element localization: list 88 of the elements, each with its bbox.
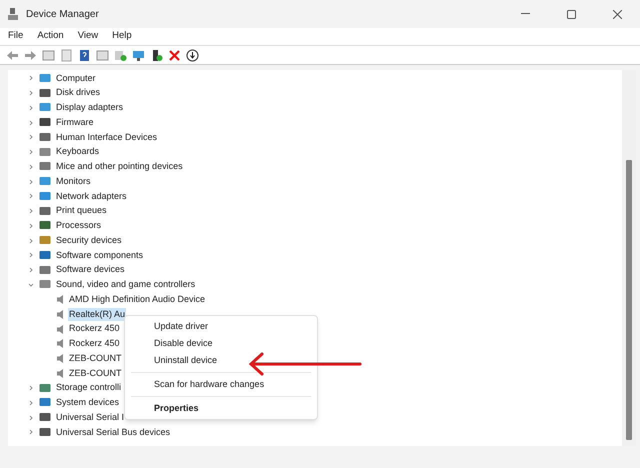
expand-chevron-icon[interactable] — [28, 414, 34, 421]
expand-chevron-icon[interactable] — [28, 252, 34, 258]
tree-item[interactable]: ZEB-COUNT — [68, 366, 122, 380]
device-icon — [39, 161, 51, 172]
remove-icon[interactable] — [166, 48, 183, 62]
device-icon — [39, 190, 51, 202]
app-icon — [8, 8, 18, 20]
speaker-icon — [56, 308, 65, 320]
tree-item[interactable]: System devices — [56, 396, 120, 410]
device-icon — [39, 426, 51, 438]
expand-chevron-icon[interactable] — [28, 90, 34, 96]
context-menu-item[interactable]: Update driver — [154, 318, 208, 335]
device-icon — [39, 102, 51, 114]
tree-item[interactable]: Security devices — [56, 234, 122, 248]
expand-chevron-icon[interactable] — [28, 193, 34, 200]
expand-chevron-icon[interactable] — [28, 164, 34, 170]
window-title: Device Manager — [26, 8, 99, 22]
device-icon — [39, 206, 51, 217]
tree-item[interactable]: Universal Serial Bus devices — [56, 426, 170, 440]
expand-chevron-icon[interactable] — [28, 222, 34, 229]
tree-item[interactable]: Rockerz 450 — [68, 322, 121, 336]
collapse-chevron-icon[interactable] — [28, 282, 34, 288]
tree-item[interactable]: Disk drives — [56, 86, 100, 100]
tree-item[interactable]: Display adapters — [56, 101, 124, 115]
device-icon — [39, 146, 51, 158]
tree-item[interactable]: Firmware — [56, 116, 94, 130]
device-icon — [39, 132, 51, 143]
tree-item[interactable]: Universal Serial I — [56, 410, 124, 424]
device-icon — [39, 250, 51, 261]
device-icon — [39, 397, 51, 408]
menu-item[interactable]: Action — [35, 29, 66, 44]
tree-item[interactable]: Print queues — [56, 204, 107, 218]
speaker-icon — [56, 368, 65, 379]
tree-item[interactable]: Rockerz 450 — [68, 337, 121, 351]
device-icon — [39, 412, 51, 424]
tree-item[interactable]: Network adapters — [56, 190, 127, 204]
context-menu-item[interactable]: Properties — [154, 400, 199, 417]
menu-item[interactable]: View — [76, 29, 100, 44]
expand-chevron-icon[interactable] — [28, 104, 34, 111]
window-icon[interactable] — [94, 48, 111, 62]
maximize-icon — [566, 10, 576, 18]
context-menu-item[interactable]: Scan for hardware changes — [154, 376, 264, 393]
minimize-icon — [520, 13, 530, 15]
device-icon — [39, 235, 51, 246]
expand-chevron-icon[interactable] — [28, 178, 34, 185]
expand-chevron-icon[interactable] — [28, 75, 34, 82]
expand-chevron-icon[interactable] — [28, 429, 34, 436]
expand-chevron-icon[interactable] — [28, 134, 34, 140]
speaker-icon — [56, 338, 65, 350]
tree-item[interactable]: Monitors — [56, 174, 91, 188]
tree-item[interactable]: Software devices — [56, 263, 125, 277]
device-icon — [39, 117, 51, 128]
tree-item[interactable]: Sound, video and game controllers — [56, 278, 196, 292]
context-menu-item[interactable]: Uninstall device — [154, 352, 218, 369]
speaker-icon — [56, 324, 65, 335]
tree-item[interactable]: ZEB-COUNT — [68, 352, 122, 366]
context-menu-item[interactable]: Disable device — [154, 335, 213, 352]
tree-item[interactable]: Software components — [56, 248, 144, 262]
device-icon — [39, 264, 51, 276]
tree-item[interactable]: Processors — [56, 219, 102, 233]
download-icon[interactable] — [184, 48, 201, 62]
expand-chevron-icon[interactable] — [28, 120, 34, 126]
speaker-icon — [56, 294, 65, 306]
device-icon — [39, 88, 51, 99]
scrollbar-thumb[interactable] — [626, 160, 632, 440]
tree-item[interactable]: Storage controlli — [56, 381, 122, 395]
tree-item[interactable]: Computer — [56, 72, 96, 86]
device-icon — [39, 220, 51, 232]
device-icon — [39, 72, 51, 84]
expand-chevron-icon[interactable] — [28, 400, 34, 406]
speaker-icon — [56, 353, 65, 364]
expand-chevron-icon[interactable] — [28, 149, 34, 156]
window-icon[interactable] — [40, 48, 57, 62]
expand-chevron-icon[interactable] — [28, 267, 34, 274]
expand-chevron-icon[interactable] — [28, 208, 34, 214]
tree-item[interactable]: AMD High Definition Audio Device — [68, 292, 206, 306]
menu-item[interactable]: File — [6, 29, 26, 44]
expand-chevron-icon[interactable] — [28, 385, 34, 392]
expand-chevron-icon[interactable] — [28, 238, 34, 244]
device-icon — [39, 176, 51, 188]
tree-item[interactable]: Human Interface Devices — [56, 130, 158, 144]
menu-item[interactable]: Help — [110, 29, 134, 44]
close-icon — [612, 10, 622, 18]
tree-item[interactable]: Keyboards — [56, 145, 100, 159]
tree-item[interactable]: Realtek(R) Au — [68, 308, 126, 322]
tree-item[interactable]: Mice and other pointing devices — [56, 160, 183, 174]
device-icon — [39, 279, 51, 290]
device-icon — [39, 382, 51, 394]
